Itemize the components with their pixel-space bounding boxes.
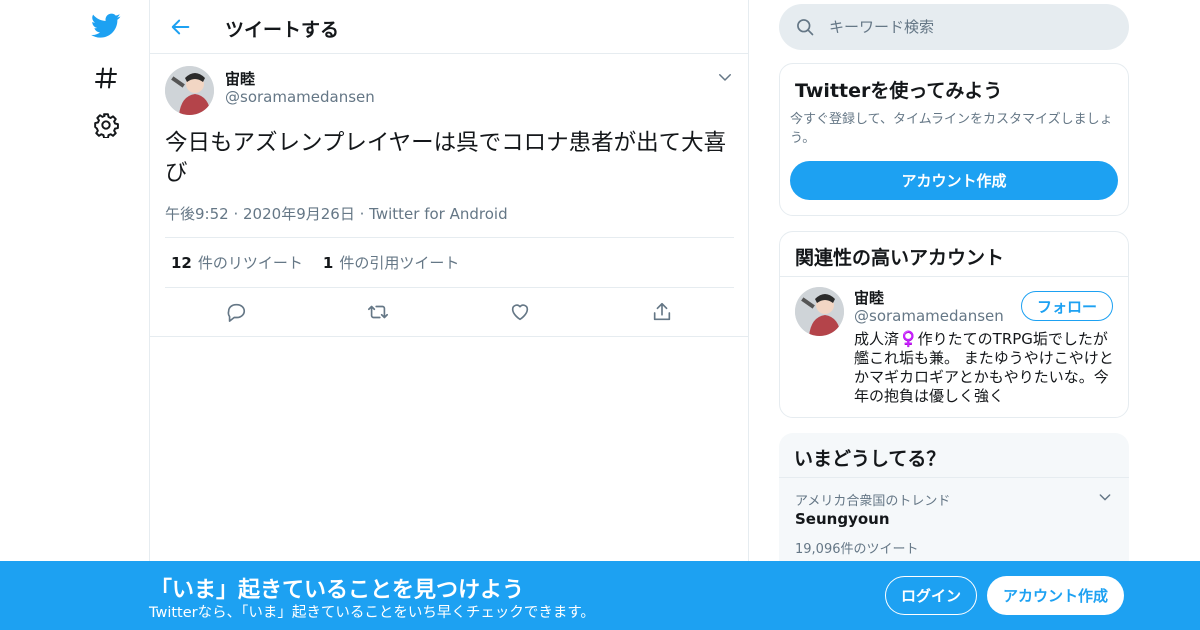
main-column: ツイートする 宙睦 @soramamedansen 今日もアズレンプレイヤーは呉… bbox=[149, 0, 749, 630]
tweet-actions bbox=[165, 288, 734, 336]
signup-card-title: Twitterを使ってみよう bbox=[795, 80, 1003, 102]
banner-subtitle: Twitterなら、「いま」起きていることをいち早くチェックできます。 bbox=[149, 605, 595, 621]
chevron-down-icon[interactable] bbox=[1097, 489, 1113, 509]
meta-separator: · bbox=[233, 205, 244, 223]
quote-label: 件の引用ツイート bbox=[339, 254, 460, 272]
avatar[interactable] bbox=[795, 287, 844, 336]
share-icon[interactable] bbox=[650, 300, 674, 324]
search-bar[interactable] bbox=[779, 4, 1129, 50]
related-accounts-card: 関連性の高いアカウント 宙睦 @soramamedansen フォロー 成人済♀… bbox=[779, 231, 1129, 418]
related-accounts-header: 関連性の高いアカウント bbox=[780, 232, 1128, 277]
hashtag-icon[interactable] bbox=[90, 62, 122, 94]
search-input[interactable] bbox=[829, 4, 1109, 50]
signup-card: Twitterを使ってみよう 今すぐ登録して、タイムラインをカスタマイズしましょ… bbox=[779, 63, 1129, 216]
create-account-button[interactable]: アカウント作成 bbox=[790, 161, 1118, 200]
search-icon bbox=[795, 17, 815, 41]
banner-title: 「いま」起きていることを見つけよう bbox=[150, 578, 525, 603]
author-handle[interactable]: @soramamedansen bbox=[225, 88, 375, 106]
trends-title: いまどうしてる？ bbox=[794, 448, 946, 470]
tweet-stats: 12 件のリツイート 1 件の引用ツイート bbox=[165, 237, 734, 288]
tweet-time[interactable]: 午後9:52 bbox=[165, 205, 229, 223]
retweet-stat[interactable]: 12 件のリツイート bbox=[171, 252, 303, 273]
signup-banner: 「いま」起きていることを見つけよう Twitterなら、「いま」起きていることを… bbox=[0, 561, 1200, 630]
author-name[interactable]: 宙睦 bbox=[225, 68, 255, 89]
tweet-timestamp: 午後9:52 · 2020年9月26日 · Twitter for Androi… bbox=[165, 203, 508, 224]
tweet-text: 今日もアズレンプレイヤーは呉でコロナ患者が出て大喜び bbox=[165, 130, 727, 186]
chevron-down-icon[interactable] bbox=[716, 68, 734, 86]
login-button[interactable]: ログイン bbox=[885, 576, 977, 615]
avatar[interactable] bbox=[165, 66, 214, 115]
trend-name[interactable]: Seungyoun bbox=[795, 510, 890, 528]
retweet-label: 件のリツイート bbox=[197, 254, 303, 272]
tweet-detail: 宙睦 @soramamedansen 今日もアズレンプレイヤーは呉でコロナ患者が… bbox=[150, 54, 748, 337]
signup-card-description: 今すぐ登録して、タイムラインをカスタマイズしましょう。 bbox=[790, 112, 1113, 146]
signup-button[interactable]: アカウント作成 bbox=[987, 576, 1124, 615]
tweet-source[interactable]: Twitter for Android bbox=[369, 205, 507, 223]
retweet-icon[interactable] bbox=[366, 300, 390, 324]
trends-header: いまどうしてる？ bbox=[779, 433, 1129, 478]
gear-icon[interactable] bbox=[90, 109, 122, 141]
related-account-handle[interactable]: @soramamedansen bbox=[854, 307, 1004, 325]
quote-count: 1 bbox=[322, 254, 334, 272]
page-title: ツイートする bbox=[225, 19, 340, 41]
retweet-count: 12 bbox=[171, 254, 192, 272]
related-account-name[interactable]: 宙睦 bbox=[854, 287, 884, 308]
left-nav bbox=[0, 0, 150, 630]
arrow-left-icon[interactable] bbox=[168, 14, 194, 40]
reply-icon[interactable] bbox=[224, 300, 248, 324]
meta-separator: · bbox=[359, 205, 370, 223]
tweet-date[interactable]: 2020年9月26日 bbox=[243, 205, 355, 223]
follow-button[interactable]: フォロー bbox=[1021, 291, 1113, 321]
page-header: ツイートする bbox=[150, 0, 748, 54]
twitter-bird-icon[interactable] bbox=[90, 10, 122, 42]
quote-stat[interactable]: 1 件の引用ツイート bbox=[323, 252, 459, 273]
related-accounts-title: 関連性の高いアカウント bbox=[795, 247, 1005, 269]
related-account-bio: 成人済♀️作りたてのTRPG垢でしたが艦これ垢も兼。 またゆうやけこやけとかマギ… bbox=[854, 330, 1114, 405]
trend-context: アメリカ合衆国のトレンド bbox=[795, 494, 951, 509]
trend-tweet-count: 19,096件のツイート bbox=[795, 542, 919, 557]
like-heart-icon[interactable] bbox=[508, 300, 532, 324]
